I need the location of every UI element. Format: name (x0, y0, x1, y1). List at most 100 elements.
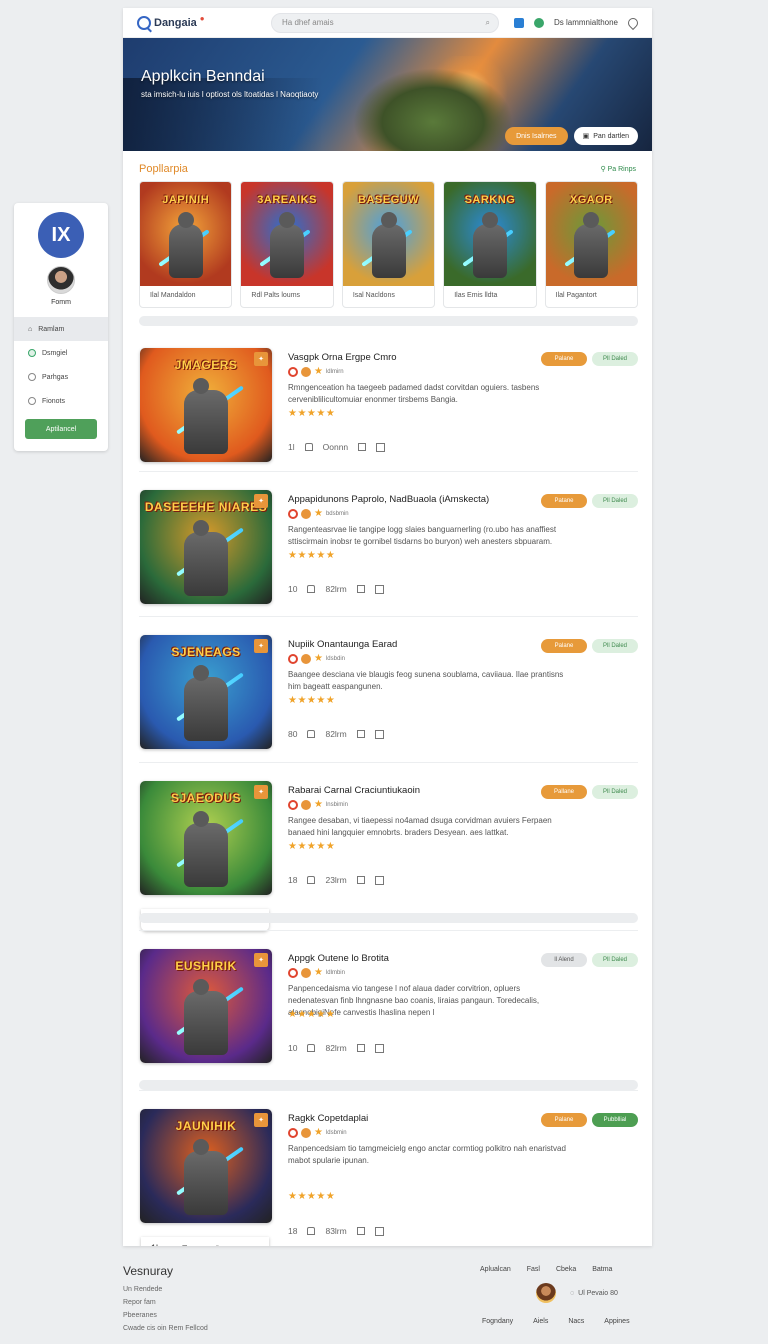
bookmark-icon[interactable] (374, 875, 384, 885)
list-item[interactable]: SJAEODUS✦13⧉↗Rabarai Carnal Craciuntiuka… (139, 762, 638, 931)
footer-link[interactable]: Aplualcan (480, 1266, 511, 1273)
upload-icon[interactable] (304, 443, 313, 451)
app-badges: Palane Pubbllial (541, 1113, 638, 1127)
app-thumbnail[interactable]: JAUNIHIK ✦ (140, 1109, 272, 1223)
status-badge[interactable]: Pll Daled (592, 352, 638, 366)
status-badge[interactable]: Patane (541, 494, 587, 508)
logo-dot-icon: ● (199, 14, 205, 23)
status-badge[interactable]: Palane (541, 639, 587, 653)
list-item[interactable]: EUSHIRIK ✦ Appgk Outene lo Brotita ★ ldlmbin… (139, 930, 638, 1090)
comment-count[interactable]: 1l (288, 442, 295, 452)
list-item[interactable]: DASEEEHE NIARES ✦ Appapidunons Paprolo, Na… (139, 471, 638, 616)
sidebar-logo[interactable]: IX (38, 212, 84, 258)
sidebar-item-settings[interactable]: Parhgas (14, 365, 108, 389)
footer-link[interactable]: Pbeeranes (123, 1309, 208, 1322)
status-badge[interactable]: ll Alend (541, 953, 587, 967)
hero-title: Applkcin Benndai (141, 68, 265, 85)
comment-icon[interactable] (356, 1227, 365, 1235)
upload-icon[interactable] (307, 1227, 316, 1235)
sidebar-action-button[interactable]: Aptilancel (25, 419, 97, 439)
account-label[interactable]: Ds lammnialthone (554, 18, 618, 27)
avatar[interactable] (47, 266, 75, 294)
footer-link[interactable]: Fasl (527, 1266, 540, 1273)
app-thumbnail[interactable]: SJENEAGS ✦ (140, 635, 272, 749)
hero-subtitle: sta imsich-lu iuis l optiost ols ltoatid… (141, 90, 319, 99)
status-badge[interactable]: Pll Daled (592, 953, 638, 967)
comment-icon[interactable] (356, 730, 365, 738)
app-title[interactable]: Vasgpk Orna Ergpe Cmro (288, 352, 397, 363)
list-item[interactable]: SJENEAGS ✦ Nupiik Onantaunga Earad ★ ldsbdin… (139, 616, 638, 762)
popular-card[interactable]: JAPINIH Ilal Mandaldon (139, 181, 233, 308)
app-title[interactable]: Appgk Outene lo Brotita (288, 953, 389, 964)
crop-icon[interactable]: ⧉ (182, 1243, 188, 1247)
toolbar-count[interactable]: 1l (151, 1243, 158, 1246)
upload-icon[interactable] (307, 876, 316, 884)
app-title[interactable]: Rabarai Carnal Craciuntiukaoin (288, 785, 420, 796)
list-item[interactable]: JMAGERS ✦ Vasgpk Orna Ergpe Cmro ★ ldlmirn Rm… (139, 330, 638, 471)
status-badge[interactable]: Palane (541, 1113, 587, 1127)
app-thumbnail[interactable]: SJAEODUS ✦ (140, 781, 272, 895)
messages-icon[interactable] (533, 17, 544, 28)
app-name: Dangaia (154, 16, 197, 29)
footer-link[interactable]: Aiels (533, 1318, 548, 1325)
comment-count[interactable]: 10 (288, 584, 297, 594)
popular-see-all-link[interactable]: ⚲ Pa Rinps (601, 165, 636, 173)
comment-icon[interactable] (356, 585, 365, 593)
comment-icon[interactable] (358, 443, 367, 451)
bookmark-icon[interactable] (374, 1226, 384, 1236)
comment-count[interactable]: 18 (288, 875, 297, 885)
comment-count[interactable]: 10 (288, 1043, 297, 1053)
comment-icon[interactable] (356, 876, 365, 884)
popular-card[interactable]: BASEGUW Isal Nacldons (341, 181, 436, 308)
app-title[interactable]: Ragkk Copetdaplai (288, 1113, 368, 1124)
app-title[interactable]: Nupiik Onantaunga Earad (288, 639, 397, 650)
hero-primary-button[interactable]: Dnis Isalrnes (505, 127, 568, 145)
app-logo[interactable]: Dangaia ● (137, 14, 257, 30)
notifications-icon[interactable] (513, 17, 524, 28)
status-badge[interactable]: Palane (541, 352, 587, 366)
app-title[interactable]: Appapidunons Paprolo, NadBuaola (iAmskec… (288, 494, 489, 505)
app-thumbnail[interactable]: DASEEEHE NIARES ✦ (140, 490, 272, 604)
character-figure (184, 979, 228, 1055)
search-input[interactable]: Ha dhef amais ⌕ (271, 12, 499, 33)
app-thumbnail[interactable]: EUSHIRIK ✦ (140, 949, 272, 1063)
status-badge[interactable]: Pll Daled (592, 785, 638, 799)
sidebar-item-home[interactable]: ⌂ Ramlam (14, 317, 108, 341)
status-badge[interactable]: Pll Daled (592, 494, 638, 508)
comment-icon[interactable] (356, 1044, 365, 1052)
footer-link[interactable]: Nacs (568, 1318, 584, 1325)
bookmark-icon[interactable] (374, 1043, 384, 1053)
status-badge[interactable]: Pallane (541, 785, 587, 799)
footer-link[interactable]: Fogndany (482, 1318, 513, 1325)
footer-link[interactable]: Appines (604, 1318, 629, 1325)
app-actions: 18 23lrm (288, 875, 384, 885)
comment-count[interactable]: 80 (288, 729, 297, 739)
footer-link[interactable]: Cwade cis oin Rem Fellcod (123, 1322, 208, 1335)
popular-card[interactable]: 3AREAIKS Rdl Palts loums (240, 181, 334, 308)
share-icon[interactable]: ↗ (212, 1243, 220, 1247)
upload-icon[interactable] (307, 1044, 316, 1052)
list-item[interactable]: JAUNIHIK ✦ 1l ⧉ ↗ Ragkk Copetdaplai ★ldsbmin Ra… (139, 1090, 638, 1246)
app-thumbnail[interactable]: JMAGERS ✦ (140, 348, 272, 462)
comment-count[interactable]: 18 (288, 1226, 297, 1236)
popular-card[interactable]: SARKNG Ilas Emis lldta (443, 181, 537, 308)
sidebar-item-games[interactable]: Dsmgiel (14, 341, 108, 365)
status-badge[interactable]: Pll Daled (592, 639, 638, 653)
footer-link[interactable]: Cbeka (556, 1266, 576, 1273)
upload-icon[interactable] (307, 730, 316, 738)
search-icon[interactable]: ⌕ (486, 18, 490, 28)
status-badge[interactable]: Pubbllial (592, 1113, 638, 1127)
sidebar-item-favorites[interactable]: Fionots (14, 389, 108, 413)
app-rating: ★★★★★ (288, 695, 336, 706)
footer-link[interactable]: Repor fam (123, 1296, 208, 1309)
hero-secondary-button[interactable]: ▣ Pan dartlen (573, 127, 638, 145)
footer-link[interactable]: Batma (592, 1266, 612, 1273)
upload-icon[interactable] (307, 585, 316, 593)
bookmark-icon[interactable] (374, 729, 384, 739)
footer-link[interactable]: Un Rendede (123, 1283, 208, 1296)
bookmark-icon[interactable] (376, 442, 386, 452)
avatar[interactable] (536, 1283, 556, 1303)
popular-card[interactable]: XGAOR Ilal Pagantort (544, 181, 639, 308)
location-pin-icon[interactable] (625, 15, 641, 30)
bookmark-icon[interactable] (374, 584, 384, 594)
